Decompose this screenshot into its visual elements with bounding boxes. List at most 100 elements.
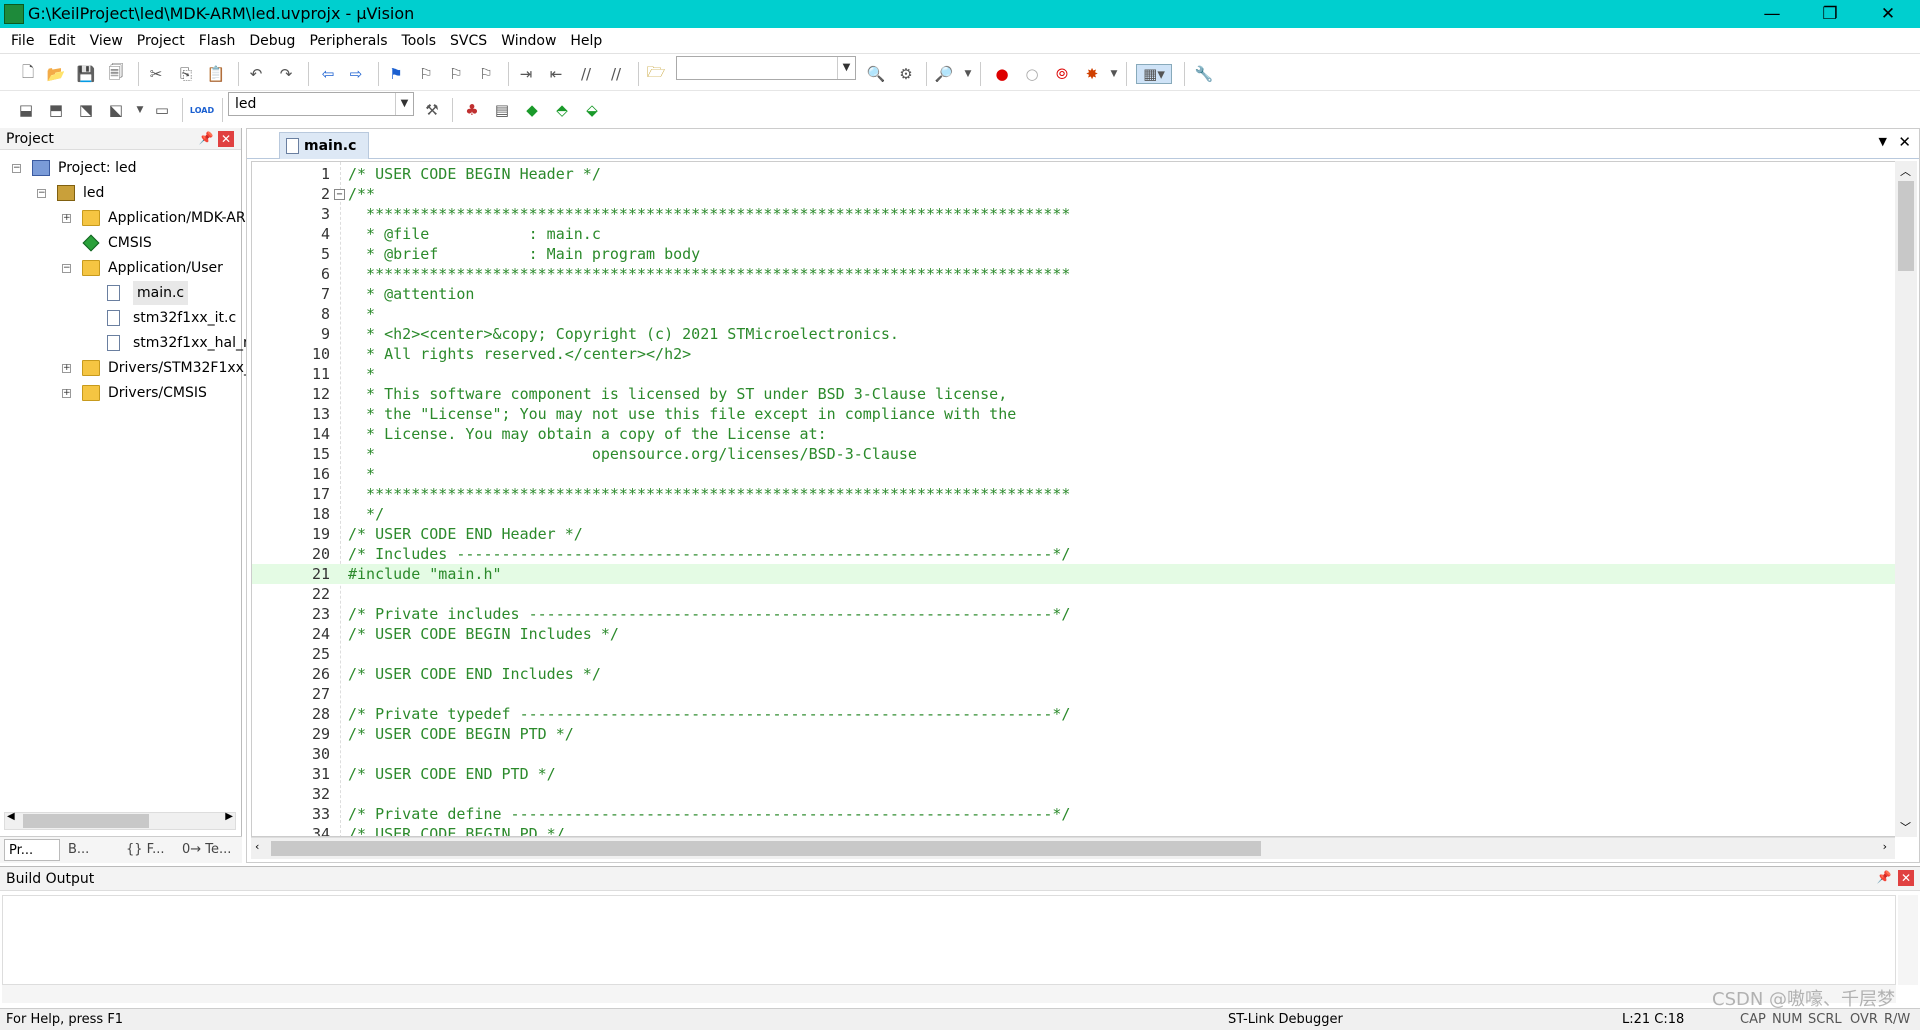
tab-templates[interactable]: 0→ Te... — [178, 839, 238, 861]
pack-installer-icon[interactable]: ⬘ — [552, 100, 572, 120]
code-line[interactable]: 12 * This software component is licensed… — [252, 384, 1895, 404]
tab-books[interactable]: B... — [64, 839, 118, 861]
code-line[interactable]: 1 /* USER CODE BEGIN Header */ — [252, 164, 1895, 184]
translate-icon[interactable]: ⬓ — [16, 100, 36, 120]
code-line[interactable]: 4 * @file : main.c — [252, 224, 1895, 244]
tree-item[interactable]: CMSIS — [0, 231, 238, 255]
menu-tools[interactable]: Tools — [395, 28, 444, 54]
enable-breakpoint-icon[interactable]: ○ — [1022, 64, 1042, 84]
code-line[interactable]: 16 * — [252, 464, 1895, 484]
minimize-button[interactable]: — — [1744, 0, 1800, 28]
build-output-text[interactable] — [2, 895, 1896, 985]
clear-bookmarks-icon[interactable]: ⚐ — [476, 64, 496, 84]
vertical-scrollbar[interactable]: ︿ ﹀ — [1895, 161, 1917, 837]
code-line[interactable]: 7 * @attention — [252, 284, 1895, 304]
target-select[interactable]: led — [228, 92, 414, 116]
code-line[interactable]: 33 /* Private define --------------------… — [252, 804, 1895, 824]
code-line[interactable]: 8 * — [252, 304, 1895, 324]
indent-icon[interactable]: ⇥ — [516, 64, 536, 84]
save-all-icon[interactable]: 🗐 — [106, 63, 126, 84]
code-line[interactable]: 26 /* USER CODE END Includes */ — [252, 664, 1895, 684]
uncomment-icon[interactable]: // — [606, 64, 626, 84]
paste-icon[interactable]: 📋 — [206, 64, 226, 84]
insert-breakpoint-icon[interactable]: ● — [992, 64, 1012, 84]
chevron-down-icon[interactable]: ▼ — [1104, 64, 1124, 84]
code-line[interactable]: 22 — [252, 584, 1895, 604]
scroll-right-icon[interactable]: › — [1883, 840, 1887, 853]
close-button[interactable]: ✕ — [1860, 0, 1916, 28]
bookmark-icon[interactable]: ⚑ — [386, 64, 406, 84]
tree-item[interactable]: main.c — [0, 281, 238, 305]
expand-icon[interactable]: + — [62, 389, 71, 398]
code-line[interactable]: 5 * @brief : Main program body — [252, 244, 1895, 264]
tree-item[interactable]: − Project: led — [0, 156, 238, 180]
tree-item[interactable]: stm32f1xx_hal_msp.c — [0, 331, 285, 355]
tree-item[interactable]: − Application/User — [0, 256, 238, 280]
code-line[interactable]: 23 /* Private includes ------------------… — [252, 604, 1895, 624]
horizontal-scrollbar[interactable]: ‹ › — [251, 837, 1895, 859]
code-line[interactable]: 25 — [252, 644, 1895, 664]
code-line[interactable]: 6 **************************************… — [252, 264, 1895, 284]
code-line[interactable]: 2−/** — [252, 184, 1895, 204]
find-combo[interactable]: ▼ — [676, 56, 856, 80]
collapse-icon[interactable]: − — [37, 189, 46, 198]
tree-item[interactable]: stm32f1xx_it.c — [0, 306, 238, 330]
tab-main-c[interactable]: main.c — [279, 132, 369, 159]
code-line[interactable]: 11 * — [252, 364, 1895, 384]
code-line[interactable]: 19 /* USER CODE END Header */ — [252, 524, 1895, 544]
code-line[interactable]: 17 *************************************… — [252, 484, 1895, 504]
menu-debug[interactable]: Debug — [242, 28, 302, 54]
scroll-down-icon[interactable]: ﹀ — [1900, 819, 1911, 835]
code-line[interactable]: 15 * opensource.org/licenses/BSD-3-Claus… — [252, 444, 1895, 464]
chevron-down-icon[interactable]: ▼ — [837, 57, 855, 79]
find-icon[interactable]: 🔍 — [866, 64, 886, 84]
tree-item[interactable]: − led — [0, 181, 238, 205]
collapse-icon[interactable]: − — [62, 264, 71, 273]
scroll-right-icon[interactable]: ▶ — [225, 811, 233, 822]
new-file-icon[interactable]: 🗋 — [18, 63, 38, 84]
code-line[interactable]: 14 * License. You may obtain a copy of t… — [252, 424, 1895, 444]
menu-view[interactable]: View — [83, 28, 130, 54]
unindent-icon[interactable]: ⇤ — [546, 64, 566, 84]
kill-breakpoints-icon[interactable]: ✸ — [1082, 64, 1102, 84]
menu-file[interactable]: File — [0, 28, 41, 54]
menu-edit[interactable]: Edit — [41, 28, 82, 54]
window-layout-icon[interactable]: ▦▾ — [1136, 64, 1172, 84]
code-line[interactable]: 30 — [252, 744, 1895, 764]
tree-item[interactable]: + Application/MDK-ARM — [0, 206, 258, 230]
comment-icon[interactable]: // — [576, 64, 596, 84]
menu-project[interactable]: Project — [130, 28, 192, 54]
navigate-forward-icon[interactable]: ⇨ — [346, 64, 366, 84]
tree-item[interactable]: + Drivers/STM32F1xx_HAL_Driver — [0, 356, 329, 380]
find-in-files-icon[interactable]: 🗁 — [646, 63, 666, 84]
save-icon[interactable]: 💾 — [76, 64, 96, 84]
horizontal-scrollbar[interactable]: ◀ ▶ — [4, 811, 236, 830]
code-line[interactable]: 3 **************************************… — [252, 204, 1895, 224]
collapse-icon[interactable]: − — [12, 164, 21, 173]
batch-build-icon[interactable]: ⬕ — [106, 100, 126, 120]
horizontal-scrollbar[interactable] — [2, 985, 1896, 1003]
chevron-down-icon[interactable]: ▼ — [958, 64, 978, 84]
software-packs-icon[interactable]: ⬙ — [582, 100, 602, 120]
code-line[interactable]: 10 * All rights reserved.</center></h2> — [252, 344, 1895, 364]
stop-build-icon[interactable]: ▭ — [152, 100, 172, 120]
menu-peripherals[interactable]: Peripherals — [302, 28, 394, 54]
incremental-find-icon[interactable]: ⚙ — [896, 64, 916, 84]
tree-item[interactable]: + Drivers/CMSIS — [0, 381, 238, 405]
code-line[interactable]: 24 /* USER CODE BEGIN Includes */ — [252, 624, 1895, 644]
copy-icon[interactable]: ⎘ — [176, 64, 196, 84]
scroll-thumb[interactable] — [271, 841, 1261, 856]
menu-svcs[interactable]: SVCS — [443, 28, 494, 54]
expand-icon[interactable]: + — [62, 364, 71, 373]
restore-button[interactable]: ❐ — [1802, 0, 1858, 28]
code-line[interactable]: 9 * <h2><center>&copy; Copyright (c) 202… — [252, 324, 1895, 344]
code-line[interactable]: 21 #include "main.h" — [252, 564, 1895, 584]
tab-list-icon[interactable]: ▼ — [1879, 135, 1887, 148]
code-line[interactable]: 34 /* USER CODE BEGIN PD */ — [252, 824, 1895, 836]
close-panel-icon[interactable]: ✕ — [218, 131, 234, 147]
scroll-thumb[interactable] — [1898, 181, 1914, 271]
pin-icon[interactable]: 📌 — [198, 130, 214, 146]
scroll-thumb[interactable] — [23, 814, 149, 828]
disable-breakpoints-icon[interactable]: ⦾ — [1052, 64, 1072, 84]
fold-icon[interactable]: − — [334, 189, 345, 200]
